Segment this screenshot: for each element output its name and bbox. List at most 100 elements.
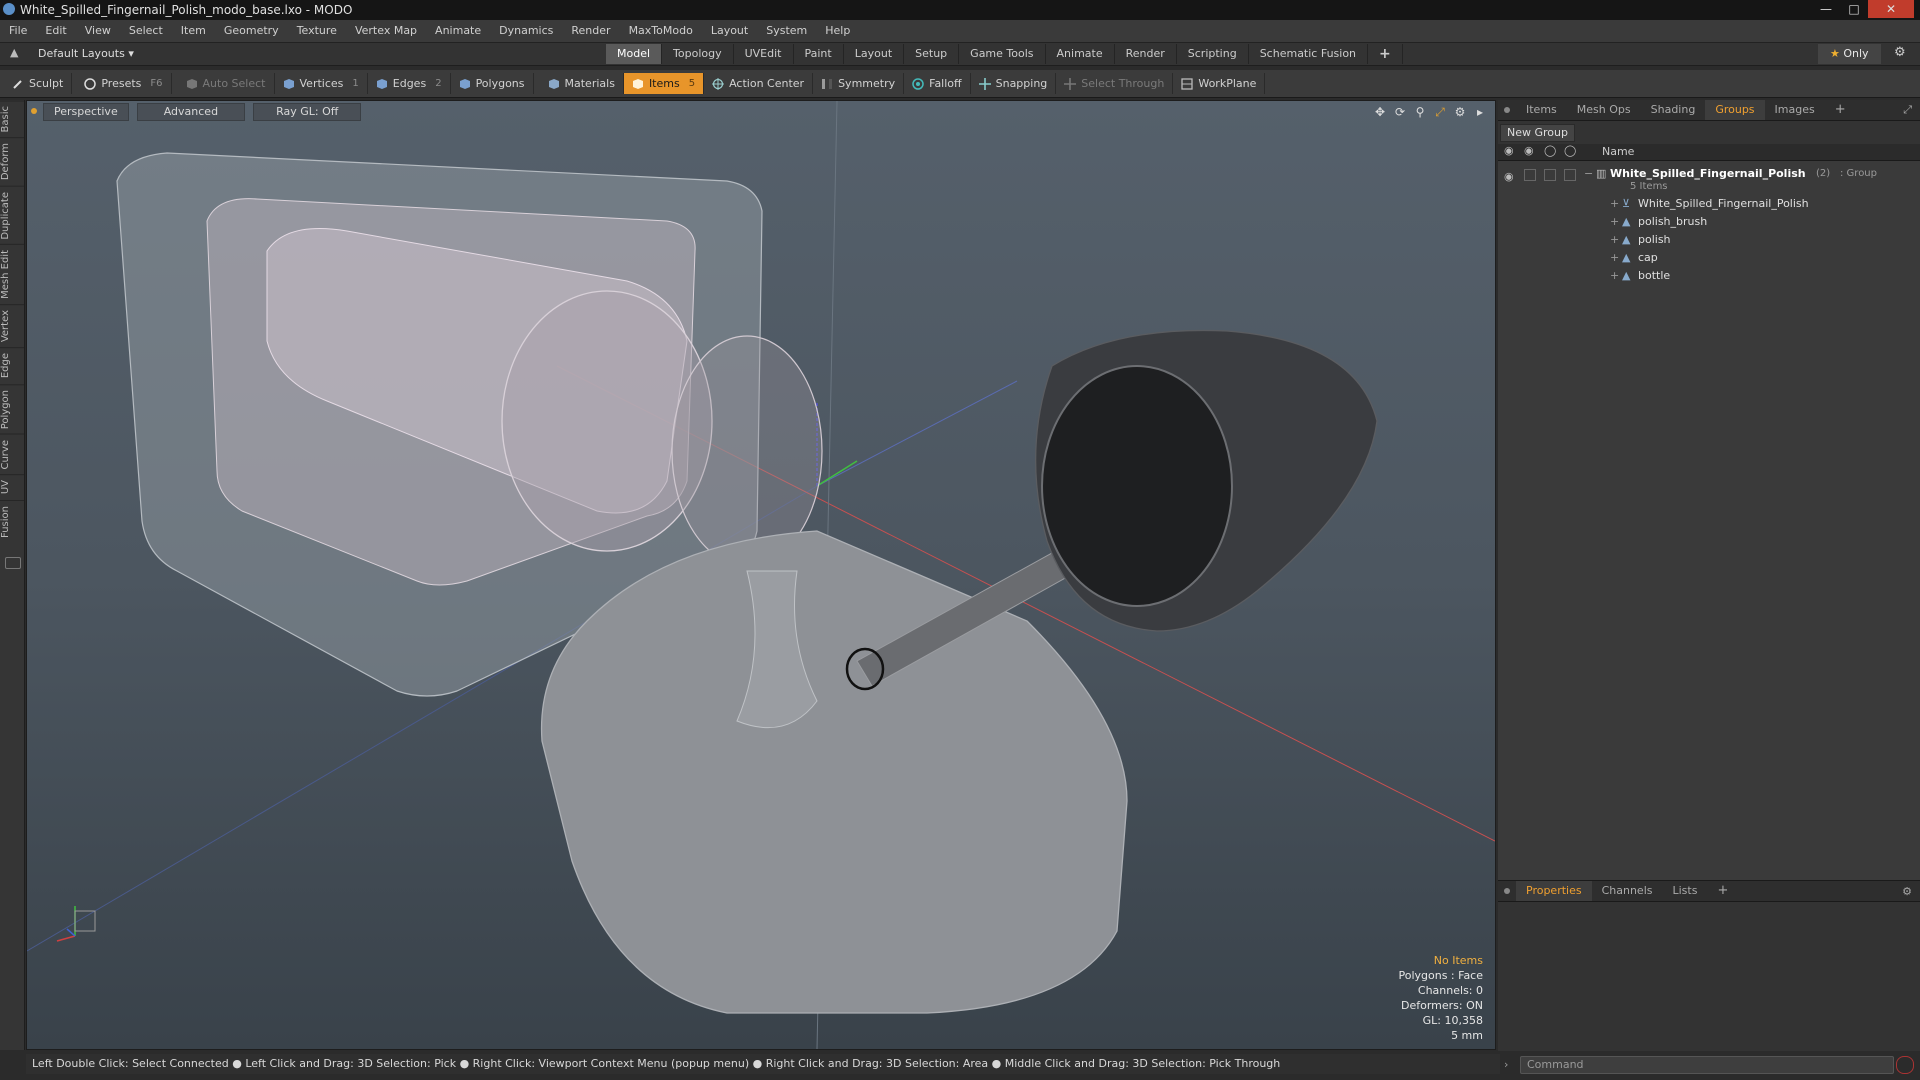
expand-icon[interactable]: + <box>1610 249 1619 267</box>
properties-settings-icon[interactable]: ⚙ <box>1902 885 1912 898</box>
record-macro-icon[interactable] <box>1896 1056 1914 1074</box>
left-tabs-toggle[interactable] <box>5 556 21 569</box>
menu-texture[interactable]: Texture <box>288 20 346 42</box>
menu-render[interactable]: Render <box>562 20 619 42</box>
command-input[interactable]: Command <box>1520 1056 1894 1074</box>
group-select-toggle[interactable] <box>1564 169 1576 181</box>
menu-geometry[interactable]: Geometry <box>215 20 288 42</box>
scene-render[interactable] <box>27 101 1495 1049</box>
falloff-button[interactable]: Falloff <box>904 73 971 94</box>
tab-scripting[interactable]: Scripting <box>1177 44 1249 64</box>
edges-button[interactable]: Edges 2 <box>368 73 451 94</box>
menu-select[interactable]: Select <box>120 20 172 42</box>
auto-select-button[interactable]: Auto Select <box>178 73 275 94</box>
tab-shading[interactable]: Shading <box>1641 100 1706 120</box>
tab-game-tools[interactable]: Game Tools <box>959 44 1046 64</box>
presets-button[interactable]: Presets F6 <box>72 73 172 94</box>
zoom-view-icon[interactable]: ⚲ <box>1413 105 1427 119</box>
menu-maxtomodo[interactable]: MaxToModo <box>620 20 702 42</box>
tab-uvedit[interactable]: UVEdit <box>734 44 794 64</box>
viewport-settings-icon[interactable]: ⚙ <box>1453 105 1467 119</box>
expand-icon[interactable]: + <box>1610 195 1619 213</box>
tab-groups[interactable]: Groups <box>1705 100 1765 120</box>
panel-menu-icon[interactable] <box>1504 107 1510 113</box>
properties-menu-icon[interactable] <box>1504 888 1510 894</box>
materials-button[interactable]: Materials <box>540 73 624 94</box>
items-button[interactable]: Items 5 <box>623 73 705 94</box>
menu-vertex-map[interactable]: Vertex Map <box>346 20 426 42</box>
left-tab-deform[interactable]: Deform <box>0 137 24 186</box>
group-item-row[interactable]: + ⊻ White_Spilled_Fingernail_Polish <box>1498 195 1920 213</box>
tab-paint[interactable]: Paint <box>794 44 844 64</box>
add-properties-tab-icon[interactable]: + <box>1707 881 1738 901</box>
panel-expand-icon[interactable]: ⤢ <box>1903 103 1912 117</box>
group-lock-toggle[interactable] <box>1544 169 1556 181</box>
menu-animate[interactable]: Animate <box>426 20 490 42</box>
group-visibility-icon[interactable]: ◉ <box>1504 168 1514 186</box>
fit-view-icon[interactable]: ⤢ <box>1433 105 1447 119</box>
snapping-button[interactable]: Snapping <box>971 73 1057 94</box>
viewport-menu-icon[interactable] <box>31 108 37 114</box>
menu-edit[interactable]: Edit <box>36 20 75 42</box>
polygons-button[interactable]: Polygons <box>451 73 534 94</box>
viewport-expand-icon[interactable]: ▸ <box>1473 105 1487 119</box>
tab-layout[interactable]: Layout <box>844 44 905 64</box>
tab-lists[interactable]: Lists <box>1663 881 1708 901</box>
left-tab-vertex[interactable]: Vertex <box>0 304 24 348</box>
group-item-row[interactable]: + ▲ polish <box>1498 231 1920 249</box>
advanced-dropdown[interactable]: Advanced <box>136 103 246 121</box>
tab-topology[interactable]: Topology <box>662 44 734 64</box>
left-tab-mesh-edit[interactable]: Mesh Edit <box>0 244 24 305</box>
vertices-button[interactable]: Vertices 1 <box>275 73 368 94</box>
expand-icon[interactable]: + <box>1610 231 1619 249</box>
left-tab-uv[interactable]: UV <box>0 474 24 500</box>
default-layouts-dropdown[interactable]: Default Layouts ▾ <box>38 47 134 60</box>
expand-icon[interactable]: + <box>1610 213 1619 231</box>
menu-help[interactable]: Help <box>816 20 859 42</box>
tab-animate[interactable]: Animate <box>1046 44 1115 64</box>
tab-model[interactable]: Model <box>606 44 663 64</box>
add-tab-icon[interactable]: + <box>1368 44 1403 64</box>
raygl-dropdown[interactable]: Ray GL: Off <box>253 103 362 121</box>
left-tab-fusion[interactable]: Fusion <box>0 499 24 543</box>
group-collapse-icon[interactable]: − <box>1584 165 1593 183</box>
symmetry-button[interactable]: Symmetry <box>813 73 905 94</box>
menu-layout[interactable]: Layout <box>702 20 757 42</box>
move-view-icon[interactable]: ✥ <box>1373 105 1387 119</box>
rotate-view-icon[interactable]: ⟳ <box>1393 105 1407 119</box>
render-column-icon[interactable]: ◉ <box>1524 144 1542 160</box>
settings-gear-icon[interactable]: ⚙ <box>1894 45 1906 60</box>
tab-setup[interactable]: Setup <box>904 44 960 64</box>
maximize-icon[interactable]: □ <box>1840 0 1868 18</box>
left-tab-polygon[interactable]: Polygon <box>0 383 24 434</box>
perspective-dropdown[interactable]: Perspective <box>43 103 129 121</box>
action-center-button[interactable]: Action Center <box>704 73 814 94</box>
menu-item[interactable]: Item <box>172 20 215 42</box>
layouts-toggle-icon[interactable]: ▲ <box>10 46 18 59</box>
tab-properties[interactable]: Properties <box>1516 881 1592 901</box>
3d-viewport[interactable]: Perspective Advanced Ray GL: Off ✥ ⟳ ⚲ ⤢… <box>26 100 1496 1050</box>
group-render-toggle[interactable] <box>1524 169 1536 181</box>
group-item-row[interactable]: + ▲ cap <box>1498 249 1920 267</box>
expand-icon[interactable]: + <box>1610 267 1619 285</box>
visibility-column-icon[interactable]: ◉ <box>1504 144 1522 160</box>
tab-items[interactable]: Items <box>1516 100 1567 120</box>
left-tab-basic[interactable]: Basic <box>0 100 24 138</box>
minimize-icon[interactable]: — <box>1812 0 1840 18</box>
new-group-button[interactable]: New Group <box>1500 124 1575 142</box>
only-toggle[interactable]: ★ Only <box>1818 44 1881 64</box>
workplane-button[interactable]: WorkPlane <box>1173 73 1266 94</box>
group-item-row[interactable]: + ▲ polish_brush <box>1498 213 1920 231</box>
left-tab-curve[interactable]: Curve <box>0 433 24 475</box>
tab-images[interactable]: Images <box>1765 100 1825 120</box>
menu-dynamics[interactable]: Dynamics <box>490 20 562 42</box>
close-icon[interactable]: ✕ <box>1868 0 1914 18</box>
left-tab-duplicate[interactable]: Duplicate <box>0 185 24 245</box>
tab-mesh-ops[interactable]: Mesh Ops <box>1567 100 1641 120</box>
left-tab-edge[interactable]: Edge <box>0 347 24 384</box>
group-item-row[interactable]: + ▲ bottle <box>1498 267 1920 285</box>
group-row[interactable]: ◉ − ▥ White_Spilled_Fingernail_Polish (2… <box>1498 165 1920 193</box>
menu-view[interactable]: View <box>76 20 120 42</box>
select-column-icon[interactable]: ◯ <box>1564 144 1582 160</box>
menu-system[interactable]: System <box>757 20 816 42</box>
